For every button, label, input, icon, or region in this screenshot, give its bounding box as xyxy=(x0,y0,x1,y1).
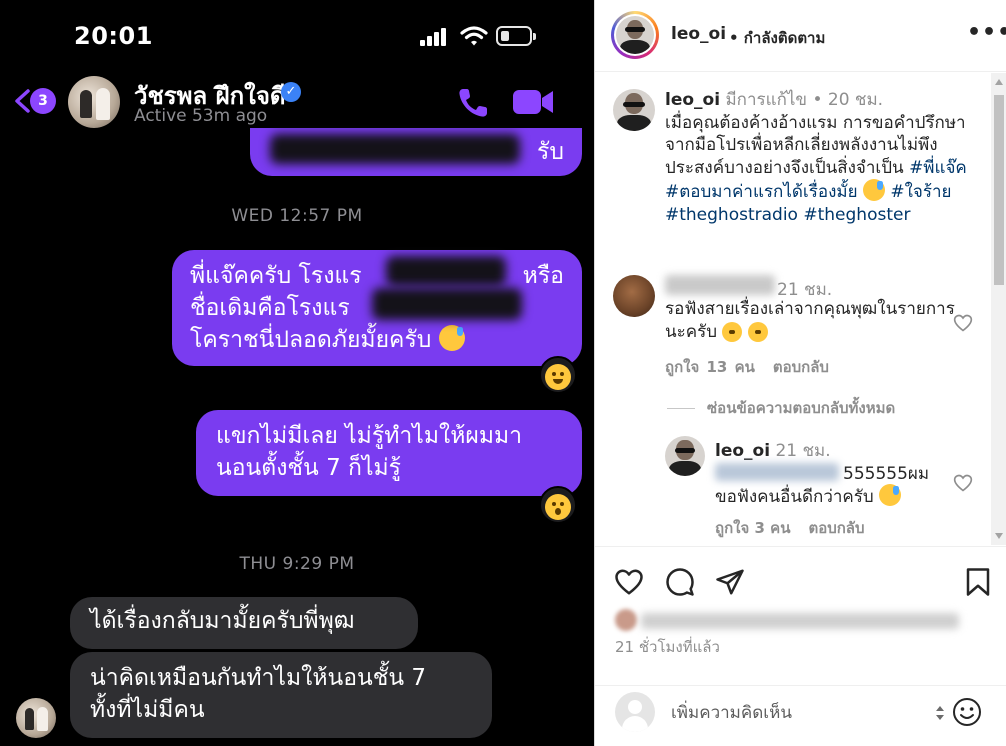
outgoing-message-bubble: แขกไม่มีเลย ไม่รู้ทำไมให้ผมมา นอนตั้งชั้… xyxy=(196,410,582,496)
incoming-message-bubble: น่าคิดเหมือนกันทำไมให้นอนชั้น 7 ทั้งที่ไ… xyxy=(70,652,492,738)
caption-meta: มีการแก้ไข • 20 ชม. xyxy=(725,90,884,110)
post-timestamp: 21 ชั่วโมงที่แล้ว xyxy=(615,638,720,656)
message-text: ได้เรื่องกลับมามั้ยครับพี่พุฒ xyxy=(90,608,355,634)
comment-meta: ถูกใจ 13 คน ตอบกลับ xyxy=(665,355,829,379)
sweat-smile-emoji-icon xyxy=(862,179,885,201)
sweat-smile-emoji-icon xyxy=(438,325,465,351)
liked-by-summary[interactable] xyxy=(613,607,963,633)
scroll-thumb[interactable] xyxy=(994,95,1004,285)
post-caption: leo_oi มีการแก้ไข • 20 ชม. เมื่อคุณต้องค… xyxy=(665,89,983,226)
video-call-icon[interactable] xyxy=(512,88,554,116)
laughing-emoji-icon xyxy=(747,322,768,342)
redacted-text xyxy=(270,134,520,164)
reply-button[interactable]: ตอบกลับ xyxy=(773,358,829,376)
comment-like-heart-icon[interactable] xyxy=(953,313,973,333)
add-comment-bar xyxy=(595,685,1006,746)
outgoing-message-bubble: พี่แจ๊คครับ โรงแร หรือ ชื่อเดิมคือโรงแร … xyxy=(172,250,582,366)
reply-time: 21 ชม. xyxy=(775,441,831,461)
outgoing-message-bubble: รับ xyxy=(250,128,582,176)
hide-replies-button[interactable]: ซ่อนข้อความตอบกลับทั้งหมด xyxy=(667,396,895,420)
post-actions-section: 21 ชั่วโมงที่แล้ว xyxy=(595,546,1006,746)
hashtag-link[interactable]: #ใจร้าย xyxy=(890,182,951,202)
redacted-mention xyxy=(715,463,839,481)
voice-call-icon[interactable] xyxy=(456,86,490,120)
hashtag-link[interactable]: #theghoster xyxy=(803,205,910,225)
relieved-emoji-icon xyxy=(722,322,743,342)
post-header: leo_oi • กำลังติดตาม ••• xyxy=(595,0,1006,72)
messenger-chat-screenshot: 20:01 3 วัชรพล ฝึกใจดี ✓ Active 53m ago … xyxy=(0,0,594,746)
instagram-post-panel: leo_oi • กำลังติดตาม ••• leo_oi มีการแก้… xyxy=(594,0,1006,746)
hashtag-link[interactable]: #theghostradio xyxy=(665,205,798,225)
hashtag-link[interactable]: #ตอบมาค่าแรกได้เรื่องมั้ย xyxy=(665,182,858,202)
profile-avatar[interactable] xyxy=(611,11,659,59)
comment-likes-count[interactable]: ถูกใจ 13 คน xyxy=(665,358,755,376)
comment-bubble-icon[interactable] xyxy=(665,567,695,597)
current-user-avatar xyxy=(615,692,655,732)
reply-button[interactable]: ตอบกลับ xyxy=(808,519,864,537)
reaction-wow-icon[interactable] xyxy=(539,486,577,524)
reply-header: leo_oi 21 ชม. xyxy=(715,437,831,464)
contact-avatar-small xyxy=(16,698,56,738)
post-author-username[interactable]: leo_oi xyxy=(671,24,726,44)
incoming-message-bubble: ได้เรื่องกลับมามั้ยครับพี่พุฒ xyxy=(70,597,418,649)
caption-author-avatar[interactable] xyxy=(613,89,655,131)
message-text: หรือ xyxy=(522,263,564,289)
message-text: นอนตั้งชั้น 7 ก็ไม่รู้ xyxy=(216,455,402,481)
redacted-username xyxy=(665,275,775,295)
reply-username[interactable]: leo_oi xyxy=(715,441,770,461)
cellular-signal-icon xyxy=(420,28,450,46)
reply-meta: ถูกใจ 3 คน ตอบกลับ xyxy=(715,516,865,540)
save-bookmark-icon[interactable] xyxy=(963,567,993,597)
commenter-avatar[interactable] xyxy=(613,275,655,317)
caption-username[interactable]: leo_oi xyxy=(665,90,720,110)
scroll-up-arrow-icon[interactable] xyxy=(995,79,1003,85)
comments-section: leo_oi มีการแก้ไข • 20 ชม. เมื่อคุณต้องค… xyxy=(595,73,1006,545)
message-text-fragment: รับ xyxy=(537,139,564,165)
reply-author-avatar[interactable] xyxy=(665,436,705,476)
scroll-down-arrow-icon[interactable] xyxy=(995,533,1003,539)
chat-timestamp: WED 12:57 PM xyxy=(231,206,363,226)
message-text: พี่แจ๊คครับ โรงแร xyxy=(190,263,362,289)
wifi-icon xyxy=(460,26,488,46)
chat-timestamp: THU 9:29 PM xyxy=(239,554,355,574)
reply-like-heart-icon[interactable] xyxy=(953,473,973,493)
message-text: ทั้งที่ไม่มีคน xyxy=(90,697,205,723)
redacted-text xyxy=(372,288,522,320)
message-text: แขกไม่มีเลย ไม่รู้ทำไมให้ผมมา xyxy=(216,423,523,449)
contact-avatar[interactable] xyxy=(68,76,120,128)
redacted-text xyxy=(386,256,506,286)
verified-badge-icon: ✓ xyxy=(281,82,301,102)
comments-scrollbar[interactable] xyxy=(991,73,1006,545)
message-text: น่าคิดเหมือนกันทำไมให้นอนชั้น 7 xyxy=(90,665,427,691)
share-paper-plane-icon[interactable] xyxy=(715,567,745,597)
contact-active-status: Active 53m ago xyxy=(134,106,268,126)
screenshot-composite: 20:01 3 วัชรพล ฝึกใจดี ✓ Active 53m ago … xyxy=(0,0,1006,746)
reaction-laughing-icon[interactable] xyxy=(539,356,577,394)
add-comment-input[interactable] xyxy=(671,700,921,726)
more-options-icon[interactable]: ••• xyxy=(967,20,1006,45)
resize-spinner-icon[interactable] xyxy=(933,702,947,724)
message-text: โคราชนี่ปลอดภัยมั้ยครับ xyxy=(190,327,432,353)
back-chevron-icon[interactable] xyxy=(12,88,32,114)
comment-text: รอฟังสายเรื่องเล่าจากคุณพุฒในรายการนะครั… xyxy=(665,299,955,342)
hashtag-link[interactable]: #พี่แจ๊ค xyxy=(909,158,967,178)
status-bar-time: 20:01 xyxy=(74,22,153,50)
reply-text: ขอฟังคนอื่นดีกว่าครับ xyxy=(715,483,902,510)
like-heart-icon[interactable] xyxy=(614,567,644,597)
battery-icon xyxy=(496,26,536,46)
unread-count-badge: 3 xyxy=(30,88,56,114)
reply-likes-count[interactable]: ถูกใจ 3 คน xyxy=(715,519,790,537)
following-status[interactable]: • กำลังติดตาม xyxy=(729,26,825,50)
sweat-smile-emoji-icon xyxy=(879,484,902,506)
emoji-picker-icon[interactable] xyxy=(951,696,983,728)
